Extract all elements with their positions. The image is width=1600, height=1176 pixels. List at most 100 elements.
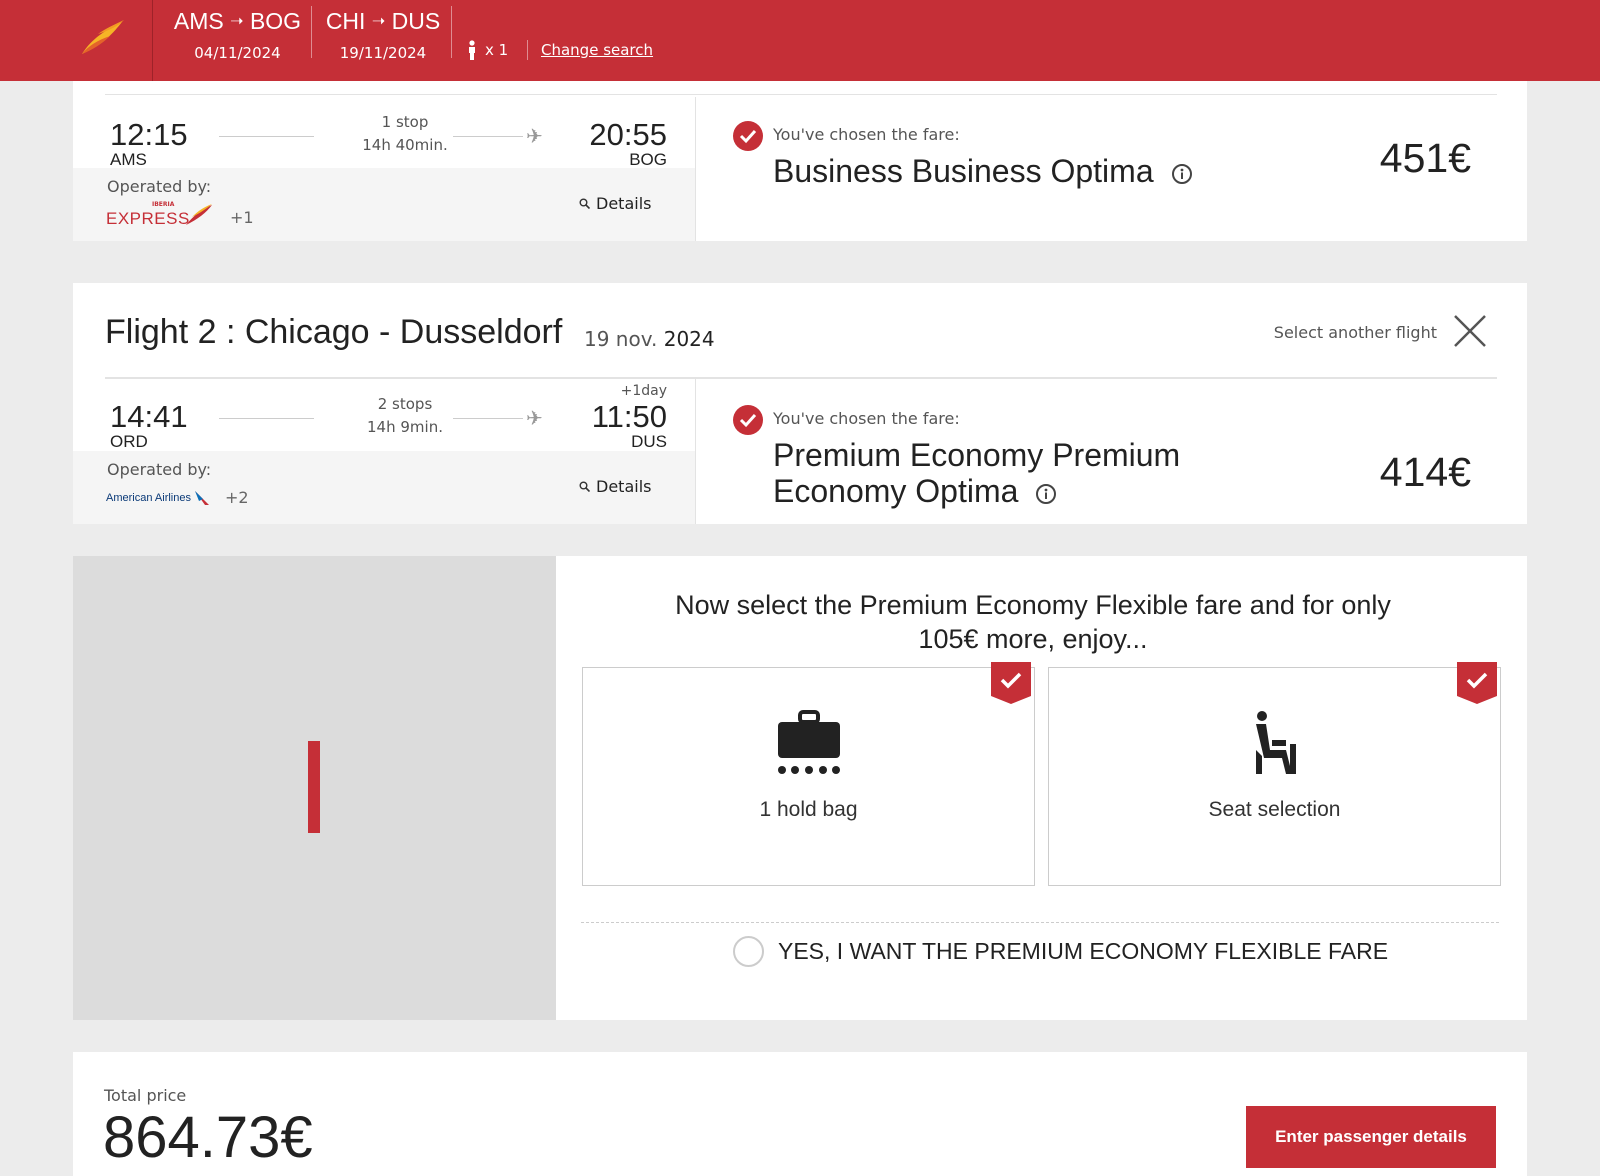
- check-ribbon-icon: [991, 662, 1031, 704]
- flight-duration: 14h 40min.: [362, 136, 448, 154]
- search-icon: [579, 481, 590, 492]
- fare-name-line1: Premium Economy Premium: [773, 437, 1181, 473]
- arrow-right-icon: ➝: [371, 13, 386, 30]
- airplane-icon: ✈: [526, 124, 543, 148]
- iberia-wing-icon: [186, 204, 212, 225]
- top-bar: AMS ➝ BOG 04/11/2024 CHI ➝ DUS 19/11/202…: [0, 0, 1600, 81]
- operator-panel: Operated by: American Airlines +2 Detail…: [73, 451, 695, 524]
- arrival-airport: BOG: [629, 150, 667, 169]
- fare-label: You've chosen the fare:: [773, 409, 960, 428]
- hold-bag-icon: [777, 710, 840, 774]
- divider: [453, 418, 523, 419]
- divider: [451, 6, 452, 58]
- fare-name-line2: Economy Optima: [773, 473, 1019, 509]
- change-search-link[interactable]: Change search: [541, 38, 653, 62]
- benefit-card: 1 hold bag: [582, 662, 1035, 886]
- iberia-express-logo: IBERIA EXPRESS: [106, 201, 216, 229]
- divider: [105, 94, 1497, 95]
- airline-logo[interactable]: [0, 0, 153, 81]
- close-icon[interactable]: [1453, 314, 1487, 348]
- seat-icon: [1255, 711, 1296, 774]
- fare-price: 414€: [1379, 449, 1471, 495]
- iberia-logo-icon: [82, 20, 124, 54]
- plus-day-badge: +1day: [620, 383, 667, 399]
- details-link[interactable]: Details: [579, 477, 651, 496]
- divider: [219, 136, 314, 137]
- more-operators-count: +2: [224, 488, 249, 507]
- route-date: 19/11/2024: [339, 44, 427, 62]
- route-date: 04/11/2024: [194, 44, 281, 62]
- stops-count: 2 stops: [377, 395, 433, 413]
- departure-time: 12:15: [110, 117, 188, 152]
- chosen-fare-1: You've chosen the fare: Business Busines…: [733, 121, 1523, 221]
- flexible-fare-option[interactable]: YES, I WANT THE PREMIUM ECONOMY FLEXIBLE…: [733, 936, 1388, 967]
- benefit-label: Seat selection: [1208, 798, 1341, 821]
- person-icon: [469, 40, 475, 60]
- check-ribbon-icon: [1457, 662, 1497, 704]
- flight-duration: 14h 9min.: [367, 418, 443, 436]
- route-origin: CHI: [325, 8, 366, 34]
- divider: [695, 379, 696, 524]
- operator-logo: American Airlines +2: [106, 488, 249, 507]
- more-operators-count: +1: [230, 207, 254, 227]
- benefit-label: 1 hold bag: [759, 798, 858, 821]
- route-destination: BOG: [249, 8, 302, 34]
- check-icon: [733, 405, 763, 435]
- passenger-count: x 1: [467, 38, 508, 62]
- divider: [311, 6, 312, 58]
- operator-panel: Operated by: IBERIA EXPRESS +1 Details: [73, 168, 695, 241]
- flight-1-card: 12:15 AMS 1 stop 14h 40min. ✈ 20:55 BOG …: [73, 81, 1527, 241]
- flight-date: 19 nov. 2024: [584, 327, 715, 351]
- divider: [581, 922, 1499, 923]
- flight-2-segment: 14:41 ORD 2 stops 14h 9min. ✈ +1day 11:5…: [73, 379, 695, 524]
- operated-by-label: Operated by:: [107, 460, 212, 479]
- info-icon[interactable]: [1171, 163, 1193, 185]
- details-label: Details: [596, 477, 652, 496]
- total-card: Total price 864.73€ Enter passenger deta…: [73, 1052, 1527, 1176]
- departure-time: 14:41: [110, 399, 188, 434]
- flight-2-card: Flight 2 : Chicago - Dusseldorf 19 nov. …: [73, 283, 1527, 524]
- fare-name: Business Business Optima: [773, 153, 1154, 189]
- details-label: Details: [596, 194, 652, 213]
- benefit-card: Seat selection: [1048, 662, 1501, 886]
- total-price: 864.73€: [103, 1105, 313, 1170]
- route-segment-2: CHI ➝ DUS 19/11/2024: [313, 6, 453, 66]
- image-placeholder-bar: [308, 741, 320, 833]
- route-segment-1: AMS ➝ BOG 04/11/2024: [164, 6, 311, 66]
- departure-airport: ORD: [110, 432, 148, 451]
- upsell-title: Now select the Premium Economy Flexible …: [675, 590, 1391, 654]
- chosen-fare-2: You've chosen the fare: Premium Economy …: [733, 405, 1523, 515]
- upsell-card: Now select the Premium Economy Flexible …: [73, 556, 1527, 1020]
- flight-title: Flight 2 : Chicago - Dusseldorf: [105, 313, 563, 351]
- upsell-image: [73, 556, 556, 1020]
- stops-count: 1 stop: [381, 113, 429, 131]
- divider: [219, 418, 314, 419]
- select-another-flight-link[interactable]: Select another flight: [1274, 323, 1437, 342]
- flight-1-segment: 12:15 AMS 1 stop 14h 40min. ✈ 20:55 BOG …: [73, 97, 695, 241]
- american-airlines-logo: American Airlines: [106, 489, 211, 507]
- airplane-icon: ✈: [526, 406, 543, 430]
- divider: [695, 97, 696, 241]
- flexible-fare-label: YES, I WANT THE PREMIUM ECONOMY FLEXIBLE…: [778, 938, 1389, 964]
- aa-flight-symbol-icon: [194, 490, 209, 505]
- info-icon[interactable]: [1035, 483, 1057, 505]
- divider: [453, 136, 523, 137]
- check-icon: [733, 121, 763, 151]
- radio-button[interactable]: [733, 936, 764, 967]
- operator-logo: IBERIA EXPRESS +1: [106, 201, 254, 229]
- search-icon: [579, 198, 590, 209]
- enter-passenger-details-button[interactable]: Enter passenger details: [1246, 1106, 1496, 1168]
- operated-by-label: Operated by:: [107, 177, 212, 196]
- arrival-time: 20:55: [589, 117, 667, 152]
- total-price-label: Total price: [104, 1086, 187, 1105]
- route-destination: DUS: [391, 8, 441, 34]
- details-link[interactable]: Details: [579, 194, 651, 213]
- arrival-time: 11:50: [591, 399, 667, 434]
- route-origin: AMS: [173, 8, 224, 34]
- fare-price: 451€: [1379, 135, 1471, 181]
- divider: [527, 40, 528, 60]
- departure-airport: AMS: [110, 150, 147, 169]
- arrow-right-icon: ➝: [230, 13, 244, 30]
- passenger-count-label: x 1: [485, 41, 509, 59]
- fare-label: You've chosen the fare:: [773, 125, 960, 144]
